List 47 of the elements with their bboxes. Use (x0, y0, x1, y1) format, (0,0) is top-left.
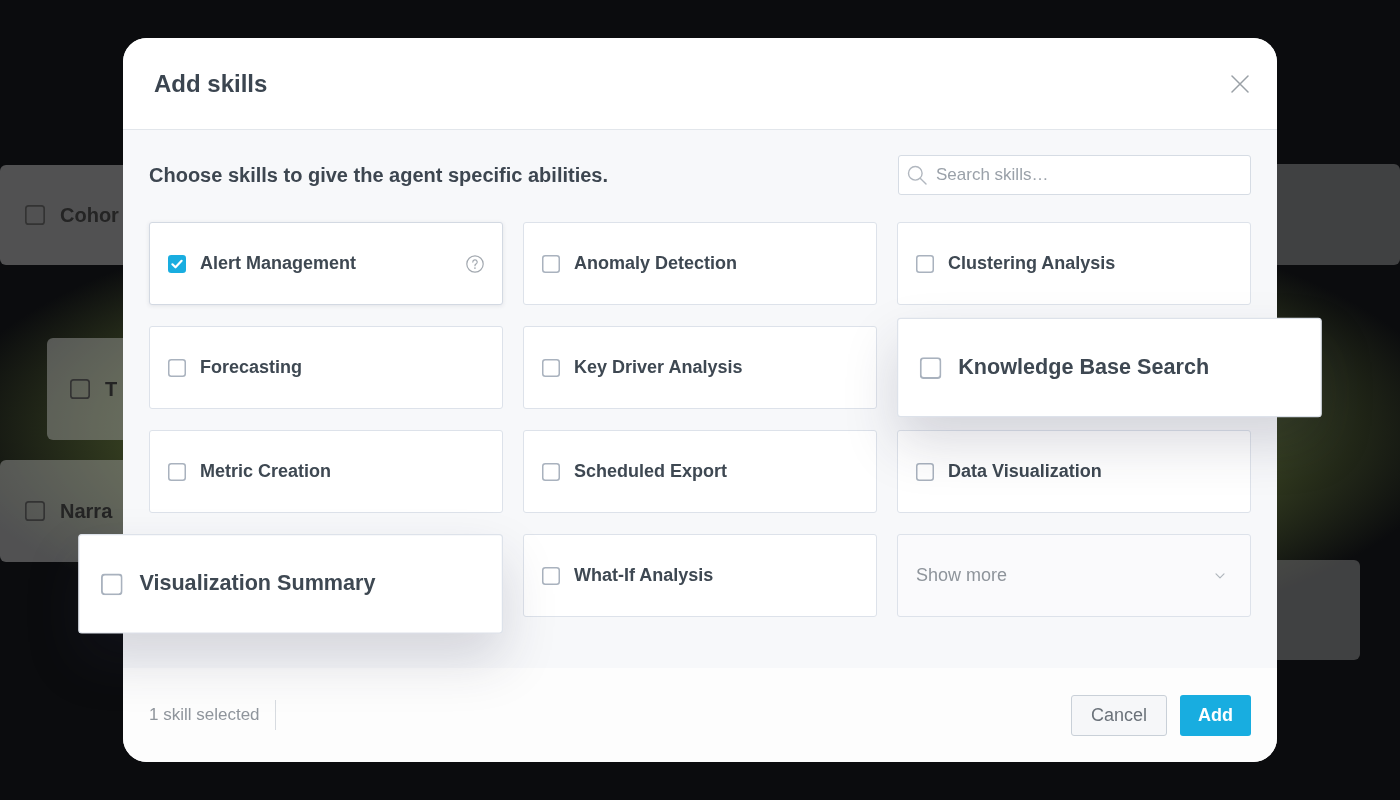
description-text: Choose skills to give the agent specific abilities. (149, 163, 609, 187)
skill-label: Forecasting (200, 357, 303, 378)
skill-label: Anomaly Detection (574, 253, 738, 274)
skill-label: Scheduled Export (574, 461, 728, 482)
checkbox[interactable] (70, 379, 90, 399)
skill-card[interactable]: Data Visualization (897, 430, 1251, 513)
skill-card[interactable]: Knowledge Base Search (897, 317, 1322, 418)
checkbox[interactable] (101, 573, 123, 595)
checkbox[interactable] (168, 254, 186, 273)
checkbox[interactable] (25, 501, 45, 521)
skill-card[interactable]: Anomaly Detection (523, 222, 877, 305)
skill-label: Metric Creation (200, 461, 332, 482)
search-icon (907, 165, 927, 185)
skill-card[interactable]: Alert Management (149, 222, 503, 305)
dialog-title: Add skills (154, 69, 268, 98)
card-label: Narra (60, 499, 113, 523)
checkbox[interactable] (916, 254, 934, 273)
search-field[interactable]: Search skills… (898, 155, 1251, 195)
skill-label: What-If Analysis (574, 565, 714, 586)
checkbox[interactable] (25, 205, 45, 225)
checkbox[interactable] (919, 356, 942, 379)
checkbox[interactable] (542, 566, 560, 585)
checkbox[interactable] (168, 358, 186, 377)
skill-card[interactable]: Key Driver Analysis (523, 326, 877, 409)
cancel-button[interactable]: Cancel (1070, 694, 1167, 736)
checkbox[interactable] (168, 462, 186, 481)
skill-label: Alert Management (200, 253, 357, 274)
checkbox[interactable] (542, 462, 560, 481)
card-label: T (105, 377, 118, 401)
skill-card[interactable]: Metric Creation (149, 430, 503, 513)
close-icon[interactable] (1231, 74, 1249, 93)
selection-count: 1 skill selected (149, 705, 260, 725)
checkbox[interactable] (542, 358, 560, 377)
chevron-down-icon (1215, 572, 1225, 579)
skill-card[interactable]: Clustering Analysis (897, 222, 1251, 305)
skill-card[interactable]: Scheduled Export (523, 430, 877, 513)
skill-label: Knowledge Base Search (958, 354, 1210, 381)
checkbox[interactable] (916, 462, 934, 481)
skill-label: Data Visualization (948, 461, 1102, 482)
skill-card[interactable]: What-If Analysis (523, 534, 877, 617)
skill-card[interactable]: Visualization Summary (78, 534, 503, 634)
checkbox[interactable] (542, 254, 560, 273)
skill-card[interactable]: Forecasting (149, 326, 503, 409)
skill-label: Key Driver Analysis (574, 357, 743, 378)
help-icon[interactable] (466, 254, 484, 273)
skill-label: Clustering Analysis (948, 253, 1116, 274)
skill-label: Visualization Summary (139, 571, 376, 597)
